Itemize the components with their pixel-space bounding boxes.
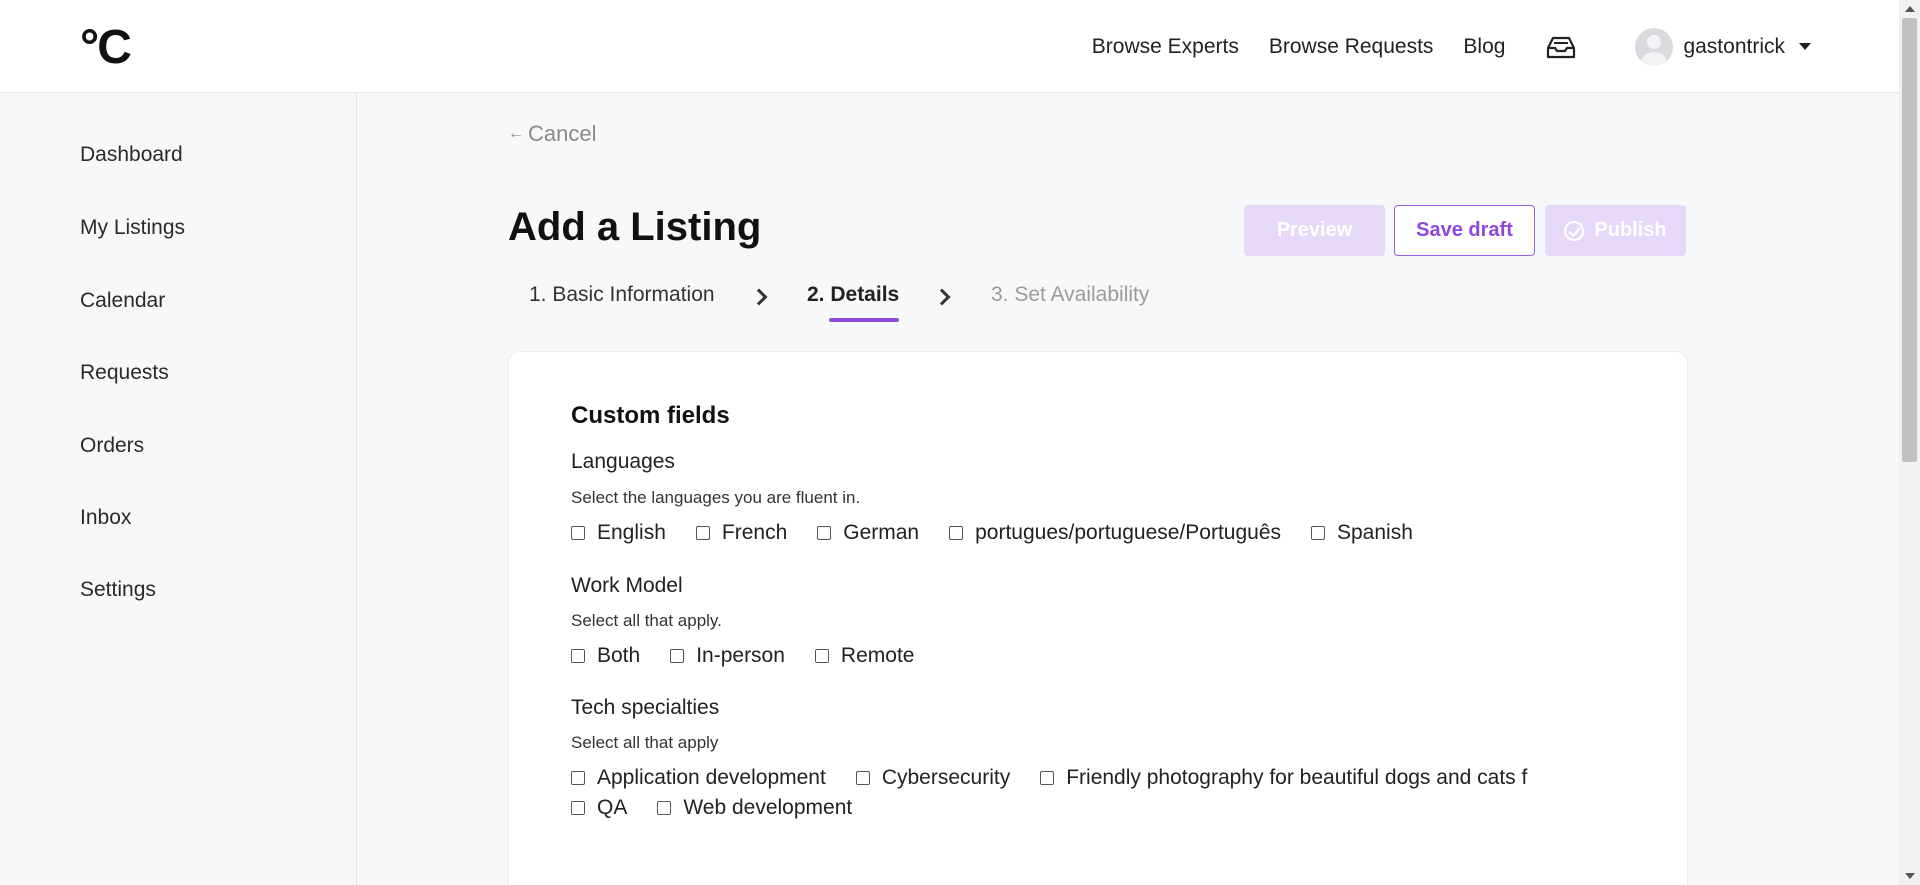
checkbox[interactable] <box>657 801 672 815</box>
checkbox[interactable] <box>571 801 585 815</box>
checkbox[interactable] <box>670 649 685 663</box>
option-application-development[interactable]: Application development <box>571 766 826 789</box>
nav-browse-experts[interactable]: Browse Experts <box>1092 35 1239 59</box>
nav-browse-requests[interactable]: Browse Requests <box>1269 35 1434 59</box>
scrollbar-thumb[interactable] <box>1902 18 1917 462</box>
vertical-scrollbar[interactable] <box>1899 0 1920 885</box>
option-cybersecurity[interactable]: Cybersecurity <box>855 766 1011 789</box>
sidebar-item-inbox[interactable]: Inbox <box>80 506 131 530</box>
cancel-label: Cancel <box>528 121 597 146</box>
checkbox[interactable] <box>571 649 585 663</box>
option-label: Application development <box>597 766 826 789</box>
user-menu[interactable]: gastontrick <box>1635 27 1811 66</box>
page-title: Add a Listing <box>508 205 762 249</box>
avatar <box>1635 27 1674 66</box>
preview-button[interactable]: Preview <box>1244 205 1385 256</box>
option-label: Friendly photography for beautiful dogs … <box>1066 766 1528 789</box>
option-label: Cybersecurity <box>881 766 1011 789</box>
checkbox[interactable] <box>571 771 585 785</box>
option-in-person[interactable]: In-person <box>670 644 785 667</box>
option-portuguese[interactable]: portugues/portuguese/Português <box>949 521 1281 544</box>
checkbox[interactable] <box>1311 526 1325 540</box>
top-navigation-bar: °C Browse Experts Browse Requests Blog g… <box>0 0 1899 93</box>
languages-options: English French German portugues/portugue… <box>571 521 1631 544</box>
option-english[interactable]: English <box>571 521 666 544</box>
tech-specialties-help: Select all that apply <box>571 733 719 752</box>
tech-specialties-options: Application development Cybersecurity Fr… <box>571 766 1631 819</box>
check-circle-icon <box>1564 220 1585 241</box>
active-tab-indicator <box>829 318 899 322</box>
publish-label: Publish <box>1594 219 1667 241</box>
nav-blog[interactable]: Blog <box>1463 35 1505 59</box>
tab-set-availability[interactable]: 3. Set Availability <box>991 283 1149 307</box>
chevron-down-icon[interactable] <box>1799 43 1811 50</box>
scroll-up-icon[interactable] <box>1905 6 1915 12</box>
option-label: In-person <box>696 644 785 667</box>
option-label: French <box>721 521 788 544</box>
sidebar-item-requests[interactable]: Requests <box>80 361 169 385</box>
checkbox[interactable] <box>814 649 829 663</box>
option-web-development[interactable]: Web development <box>657 796 853 819</box>
option-french[interactable]: French <box>695 521 788 544</box>
sidebar-item-dashboard[interactable]: Dashboard <box>80 143 183 167</box>
languages-help: Select the languages you are fluent in. <box>571 488 861 507</box>
checkbox[interactable] <box>855 771 870 785</box>
option-spanish[interactable]: Spanish <box>1311 521 1413 544</box>
work-model-options: Both In-person Remote <box>571 644 1631 667</box>
chevron-right-icon <box>750 288 768 306</box>
checkbox[interactable] <box>571 526 585 540</box>
languages-label: Languages <box>571 450 675 473</box>
option-both[interactable]: Both <box>571 644 641 667</box>
option-friendly-photography[interactable]: Friendly photography for beautiful dogs … <box>1040 766 1528 789</box>
sidebar-item-settings[interactable]: Settings <box>80 578 156 602</box>
tech-specialties-label: Tech specialties <box>571 696 720 719</box>
publish-button[interactable]: Publish <box>1545 205 1686 256</box>
inbox-tray-icon[interactable] <box>1545 34 1577 60</box>
checkbox[interactable] <box>1040 771 1055 785</box>
brand-logo[interactable]: °C <box>80 22 132 74</box>
option-qa[interactable]: QA <box>571 796 628 819</box>
sidebar-item-orders[interactable]: Orders <box>80 434 144 458</box>
sidebar-item-my-listings[interactable]: My Listings <box>80 216 185 240</box>
checkbox[interactable] <box>817 526 832 540</box>
tab-basic-information[interactable]: 1. Basic Information <box>529 283 715 307</box>
option-label: portugues/portuguese/Português <box>975 521 1281 544</box>
custom-fields-card: Custom fields Languages Select the langu… <box>508 351 1688 885</box>
option-label: Web development <box>683 796 853 819</box>
cancel-link[interactable]: ← Cancel <box>508 121 596 147</box>
work-model-label: Work Model <box>571 574 683 597</box>
option-label: Both <box>597 644 641 667</box>
checkbox[interactable] <box>949 526 964 540</box>
chevron-right-icon <box>933 288 951 306</box>
option-label: German <box>843 521 920 544</box>
app-window: °C Browse Experts Browse Requests Blog g… <box>0 0 1920 885</box>
scroll-down-icon[interactable] <box>1905 873 1915 879</box>
option-remote[interactable]: Remote <box>814 644 915 667</box>
checkbox[interactable] <box>695 526 710 540</box>
header-nav: Browse Experts Browse Requests Blog gast… <box>1092 0 1899 93</box>
save-draft-button[interactable]: Save draft <box>1394 205 1535 256</box>
section-title: Custom fields <box>571 402 730 429</box>
option-label: QA <box>597 796 628 819</box>
tab-details[interactable]: 2. Details <box>807 283 899 307</box>
option-label: Spanish <box>1337 521 1413 544</box>
arrow-left-icon: ← <box>508 125 524 142</box>
sidebar-item-calendar[interactable]: Calendar <box>80 289 165 313</box>
option-label: English <box>597 521 666 544</box>
option-german[interactable]: German <box>817 521 920 544</box>
main-content: ← Cancel Add a Listing Preview Save draf… <box>358 93 1899 885</box>
option-label: Remote <box>840 644 915 667</box>
sidebar: Dashboard My Listings Calendar Requests … <box>0 93 357 885</box>
work-model-help: Select all that apply. <box>571 611 722 630</box>
username-label: gastontrick <box>1683 34 1785 58</box>
